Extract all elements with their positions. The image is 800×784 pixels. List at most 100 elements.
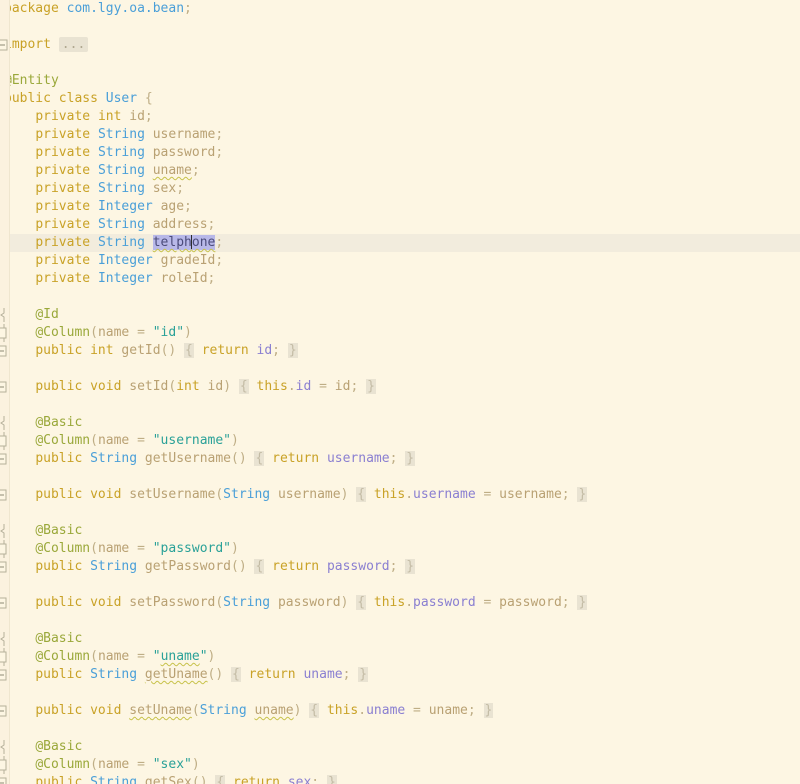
fold-region-icon[interactable] — [0, 594, 9, 612]
folded-imports-placeholder[interactable]: ... — [58, 37, 89, 52]
code-token: ) — [184, 325, 192, 340]
code-token: ; — [215, 253, 224, 268]
code-line[interactable]: public void setId(int id) { this.id = id… — [0, 378, 800, 396]
fold-region-icon[interactable] — [0, 648, 9, 666]
fold-region-icon[interactable] — [0, 450, 9, 468]
code-line[interactable]: @Column(name = "sex") — [0, 756, 800, 774]
code-token: . — [405, 487, 414, 502]
keyword-token: private — [35, 163, 91, 178]
fold-region-icon[interactable] — [0, 342, 9, 360]
code-token: name — [97, 541, 130, 556]
code-line[interactable]: private String uname; — [0, 162, 800, 180]
code-line[interactable]: public void setUsername(String username)… — [0, 486, 800, 504]
fold-region-icon[interactable] — [0, 666, 9, 684]
code-line[interactable]: private String telphone; — [0, 234, 800, 252]
code-line[interactable]: private String password; — [0, 144, 800, 162]
code-token: getSex — [144, 775, 192, 784]
code-line[interactable]: public String getUname() { return uname;… — [0, 666, 800, 684]
code-line[interactable] — [0, 54, 800, 72]
code-line[interactable] — [0, 684, 800, 702]
fold-region-icon[interactable] — [0, 630, 9, 648]
code-line[interactable]: @Basic — [0, 738, 800, 756]
code-line[interactable] — [0, 720, 800, 738]
annotation-token: @Basic — [35, 631, 83, 646]
code-line[interactable] — [0, 360, 800, 378]
annotation-token: @Column — [35, 433, 91, 448]
code-line[interactable] — [0, 576, 800, 594]
code-line[interactable]: public String getPassword() { return pas… — [0, 558, 800, 576]
code-line[interactable] — [0, 468, 800, 486]
type-token: String — [90, 559, 138, 574]
selected-text: one — [191, 235, 216, 250]
fold-region-icon[interactable] — [0, 702, 9, 720]
code-line[interactable]: public String getSex() { return sex; } — [0, 774, 800, 784]
code-line[interactable]: @Entity — [0, 72, 800, 90]
code-line[interactable] — [0, 396, 800, 414]
code-line[interactable]: public void setPassword(String password)… — [0, 594, 800, 612]
fold-region-icon[interactable] — [0, 432, 9, 450]
code-line[interactable] — [0, 612, 800, 630]
keyword-token: int — [176, 379, 200, 394]
code-surface[interactable]: package com.lgy.oa.bean; import ... @Entit… — [0, 0, 800, 784]
fold-collapse-icon[interactable] — [0, 36, 9, 54]
type-token: com.lgy.oa.bean — [66, 1, 185, 16]
keyword-token: public — [35, 703, 83, 718]
fold-region-icon[interactable] — [0, 324, 9, 342]
code-line[interactable]: private int id; — [0, 108, 800, 126]
fold-region-icon[interactable] — [0, 486, 9, 504]
code-line[interactable]: @Id — [0, 306, 800, 324]
keyword-token: public — [4, 91, 51, 106]
code-line[interactable]: package com.lgy.oa.bean; — [0, 0, 800, 18]
code-token: ( — [90, 433, 98, 448]
code-line[interactable]: @Column(name = "id") — [0, 324, 800, 342]
code-line[interactable]: @Column(name = "password") — [0, 540, 800, 558]
code-token: ; — [350, 379, 367, 394]
inline-body-brace: { — [254, 451, 265, 466]
fold-region-icon[interactable] — [0, 522, 9, 540]
code-line[interactable]: private Integer age; — [0, 198, 800, 216]
code-line[interactable]: private String username; — [0, 126, 800, 144]
fold-region-icon[interactable] — [0, 378, 9, 396]
code-line[interactable]: public class User { — [0, 90, 800, 108]
code-line[interactable]: @Basic — [0, 522, 800, 540]
code-token: ) — [231, 433, 239, 448]
fold-region-icon[interactable] — [0, 756, 9, 774]
code-token: ; — [389, 451, 406, 466]
inline-body-brace: } — [358, 667, 369, 682]
code-line[interactable]: private String sex; — [0, 180, 800, 198]
inline-body-brace: } — [287, 343, 298, 358]
code-line[interactable] — [0, 288, 800, 306]
code-line[interactable]: public void setUname(String uname) { thi… — [0, 702, 800, 720]
code-line[interactable]: @Column(name = "username") — [0, 432, 800, 450]
code-line[interactable] — [0, 504, 800, 522]
code-line[interactable] — [0, 18, 800, 36]
fold-region-icon[interactable] — [0, 558, 9, 576]
code-line[interactable]: public String getUsername() { return use… — [0, 450, 800, 468]
code-line[interactable]: private Integer gradeId; — [0, 252, 800, 270]
code-line[interactable]: import ... — [0, 36, 800, 54]
fold-region-icon[interactable] — [0, 738, 9, 756]
code-token: password — [277, 595, 341, 610]
string-literal: " — [199, 649, 208, 664]
code-line[interactable]: private String address; — [0, 216, 800, 234]
code-line[interactable]: @Basic — [0, 630, 800, 648]
code-editor[interactable]: package com.lgy.oa.bean; import ... @Entit… — [0, 0, 800, 784]
fold-region-icon[interactable] — [0, 306, 9, 324]
code-token: = — [129, 757, 153, 772]
fold-region-icon[interactable] — [0, 414, 9, 432]
code-line[interactable]: @Basic — [0, 414, 800, 432]
fold-region-icon[interactable] — [0, 540, 9, 558]
keyword-token: return — [248, 667, 296, 682]
annotation-token: @Basic — [35, 415, 83, 430]
code-line[interactable]: public int getId() { return id; } — [0, 342, 800, 360]
fold-region-icon[interactable] — [0, 774, 9, 784]
code-line[interactable]: private Integer roleId; — [0, 270, 800, 288]
code-line[interactable]: @Column(name = "uname") — [0, 648, 800, 666]
